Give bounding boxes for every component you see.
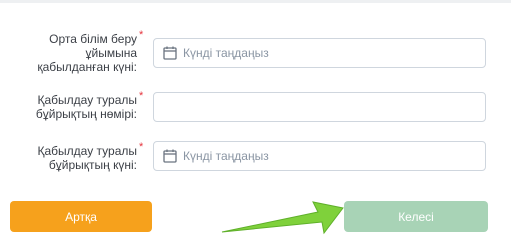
date-placeholder: Күнді таңдаңыз — [183, 149, 269, 163]
calendar-icon — [163, 46, 177, 60]
next-button[interactable]: Келесі — [344, 201, 488, 232]
order-number-input[interactable] — [153, 92, 486, 122]
admission-date-field[interactable]: Күнді таңдаңыз — [153, 38, 486, 68]
calendar-icon — [163, 149, 177, 163]
field-label-order-number: Қабылдау туралы бұйрықтың нөмірі: — [36, 93, 137, 121]
label-line: бұйрықтың күні: — [48, 158, 137, 172]
label-line: Қабылдау туралы — [37, 93, 137, 107]
label-line: қабылданған күні: — [37, 60, 137, 74]
label-line: бұйрықтың нөмірі: — [35, 107, 137, 121]
field-label-order-date: Қабылдау туралы бұйрықтың күні: — [37, 144, 137, 172]
label-line: Қабылдау туралы — [37, 144, 137, 158]
required-mark: * — [139, 90, 144, 102]
top-divider — [0, 0, 511, 3]
form-page: Орта білім беру ұйымына қабылданған күні… — [0, 0, 511, 246]
field-label-admission-date: Орта білім беру ұйымына қабылданған күні… — [37, 32, 137, 74]
order-date-field[interactable]: Күнді таңдаңыз — [153, 141, 486, 171]
required-mark: * — [139, 29, 144, 41]
date-placeholder: Күнді таңдаңыз — [183, 46, 269, 60]
label-line: Орта білім беру — [49, 32, 137, 46]
required-mark: * — [139, 141, 144, 153]
back-button[interactable]: Артқа — [10, 201, 152, 232]
label-line: ұйымына — [85, 46, 137, 60]
